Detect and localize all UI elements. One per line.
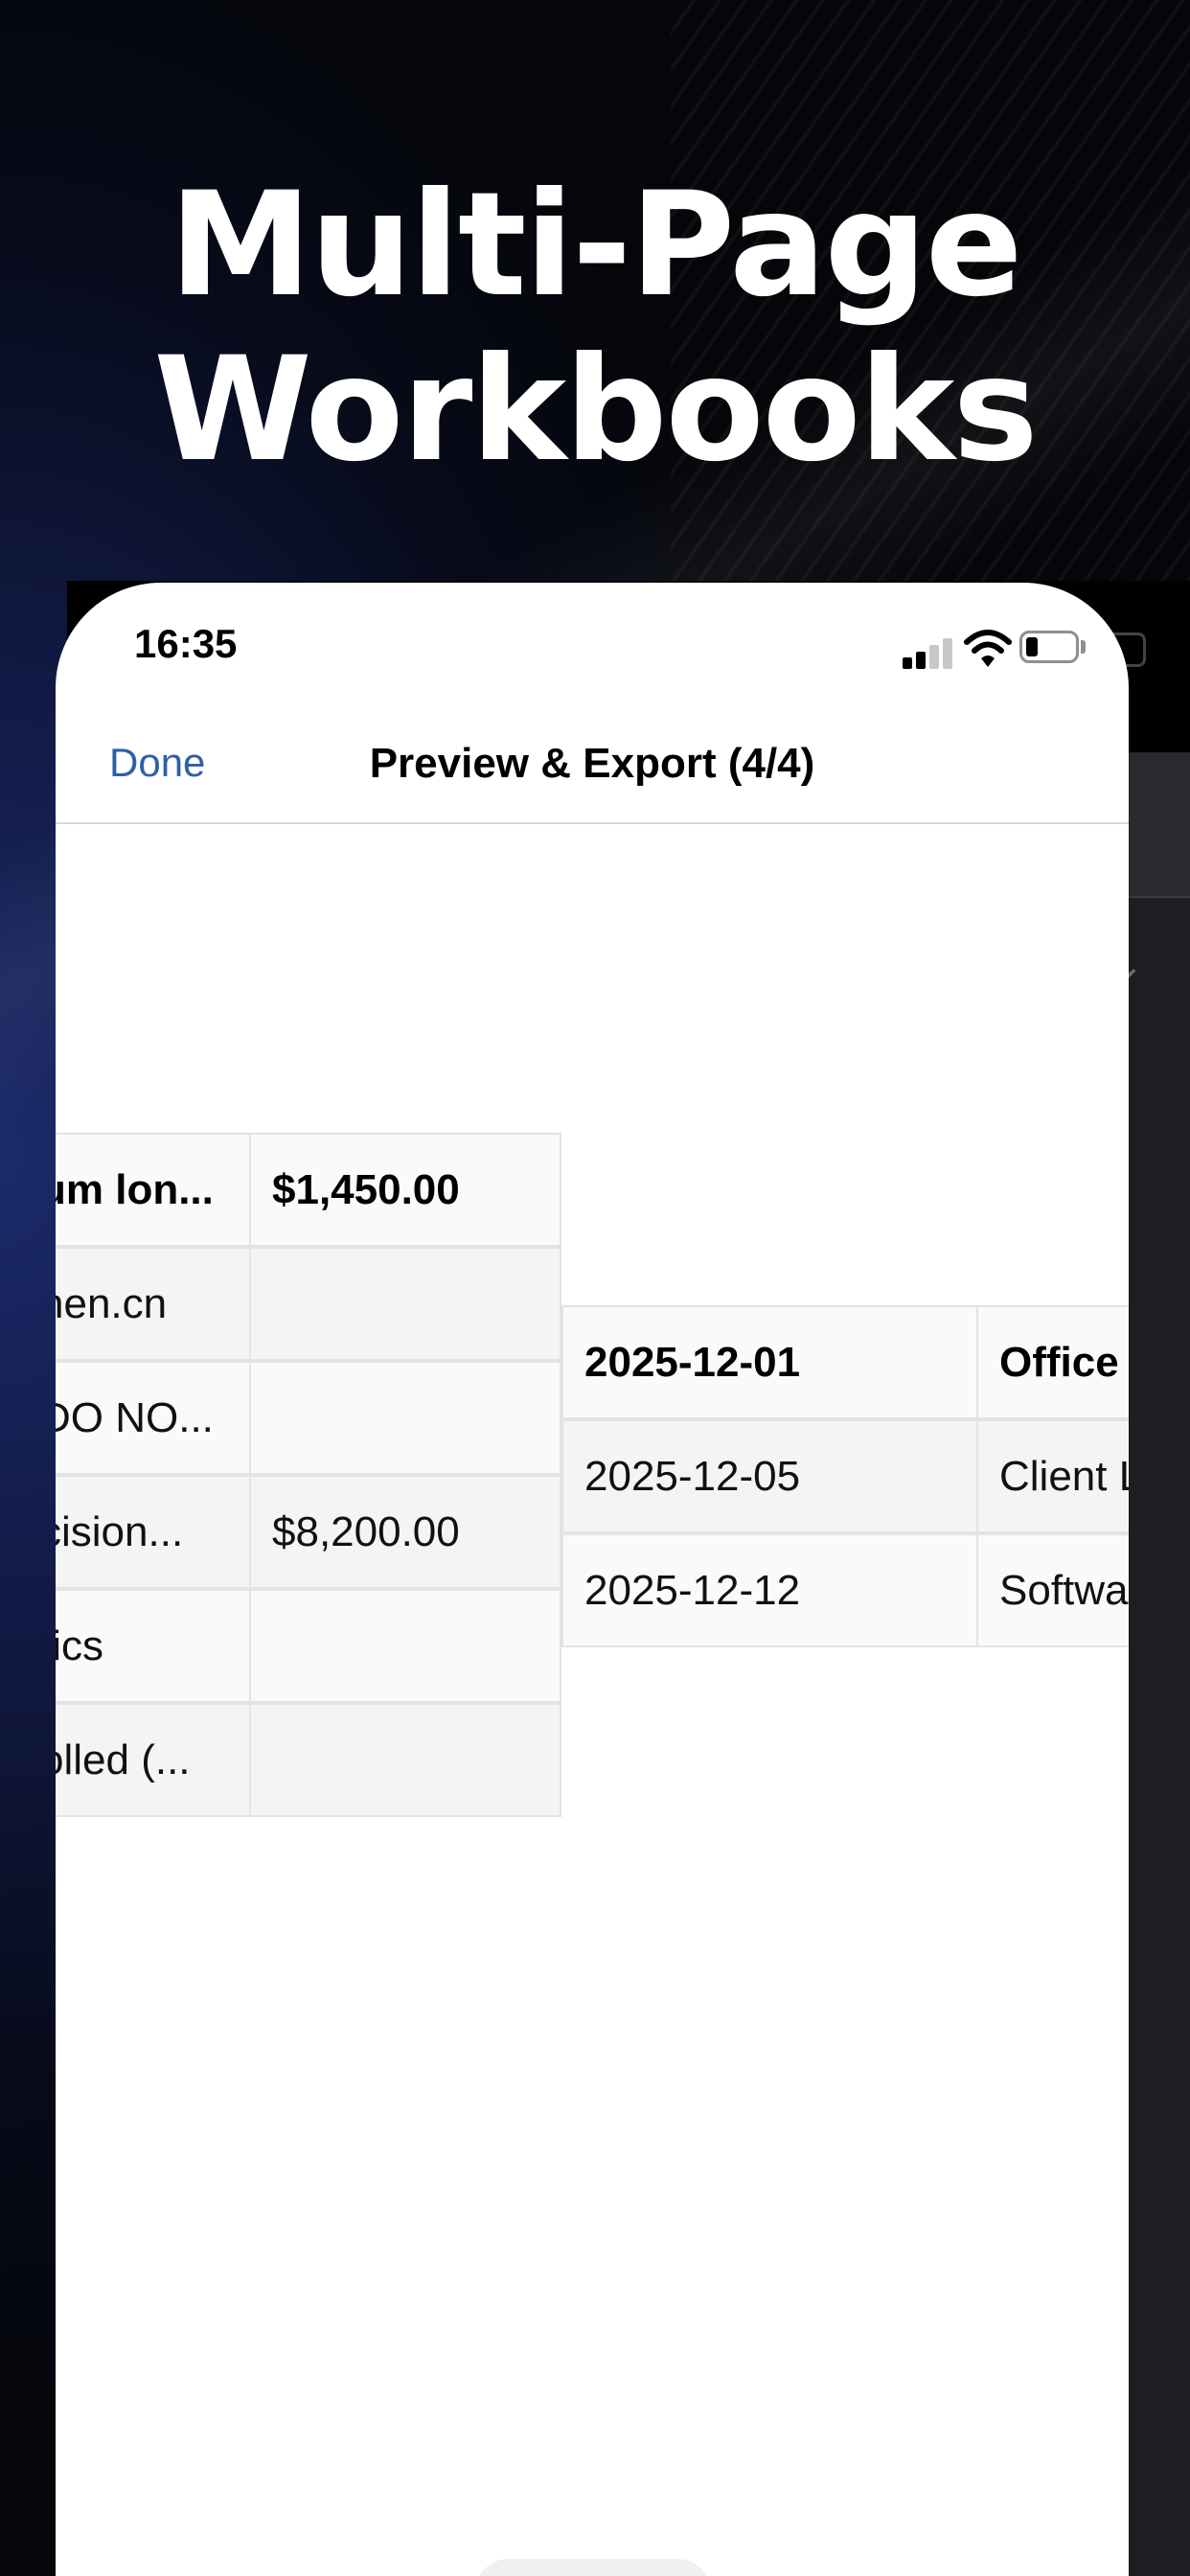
table-cell: Client L <box>976 1419 1129 1533</box>
table-cell: cision... <box>56 1475 251 1589</box>
table-cell: 2025-12-12 <box>561 1533 978 1647</box>
headline-line-1: Multi-Page <box>169 162 1022 329</box>
table-cell: $8,200.00 <box>249 1475 561 1589</box>
table-cell <box>249 1247 561 1361</box>
table-cell: 2025-12-01 <box>561 1305 978 1419</box>
page-title: Preview & Export (4/4) <box>369 740 815 787</box>
phone-screen: 16:35 Done Preview & Export (4/4) um lon… <box>56 583 1129 2576</box>
table-cell: olled (... <box>56 1703 251 1817</box>
page-indicator[interactable] <box>475 2559 711 2576</box>
battery-icon <box>1019 631 1079 663</box>
table-cell: DO NO... <box>56 1361 251 1475</box>
table-cell: $1,450.00 <box>249 1133 561 1247</box>
cellular-signal-icon <box>903 638 956 669</box>
preview-content[interactable]: um lon...$1,450.00nen.cnDO NO...cision..… <box>56 824 1129 2576</box>
table-cell: tics <box>56 1589 251 1703</box>
status-time: 16:35 <box>134 621 238 666</box>
marketing-headline: Multi-Page Workbooks <box>0 163 1190 493</box>
navigation-bar: Done Preview & Export (4/4) <box>56 707 1129 824</box>
table-cell: nen.cn <box>56 1247 251 1361</box>
table-cell <box>249 1361 561 1475</box>
status-bar: 16:35 <box>56 583 1129 707</box>
table-cell: Office <box>976 1305 1129 1419</box>
table-cell <box>249 1589 561 1703</box>
wifi-icon <box>964 629 1012 671</box>
table-cell: 2025-12-05 <box>561 1419 978 1533</box>
headline-line-2: Workbooks <box>153 327 1038 494</box>
battery-level <box>1026 637 1038 656</box>
table-cell: Softwa <box>976 1533 1129 1647</box>
table-cell <box>249 1703 561 1817</box>
battery-tip <box>1081 640 1086 654</box>
table-cell: um lon... <box>56 1133 251 1247</box>
